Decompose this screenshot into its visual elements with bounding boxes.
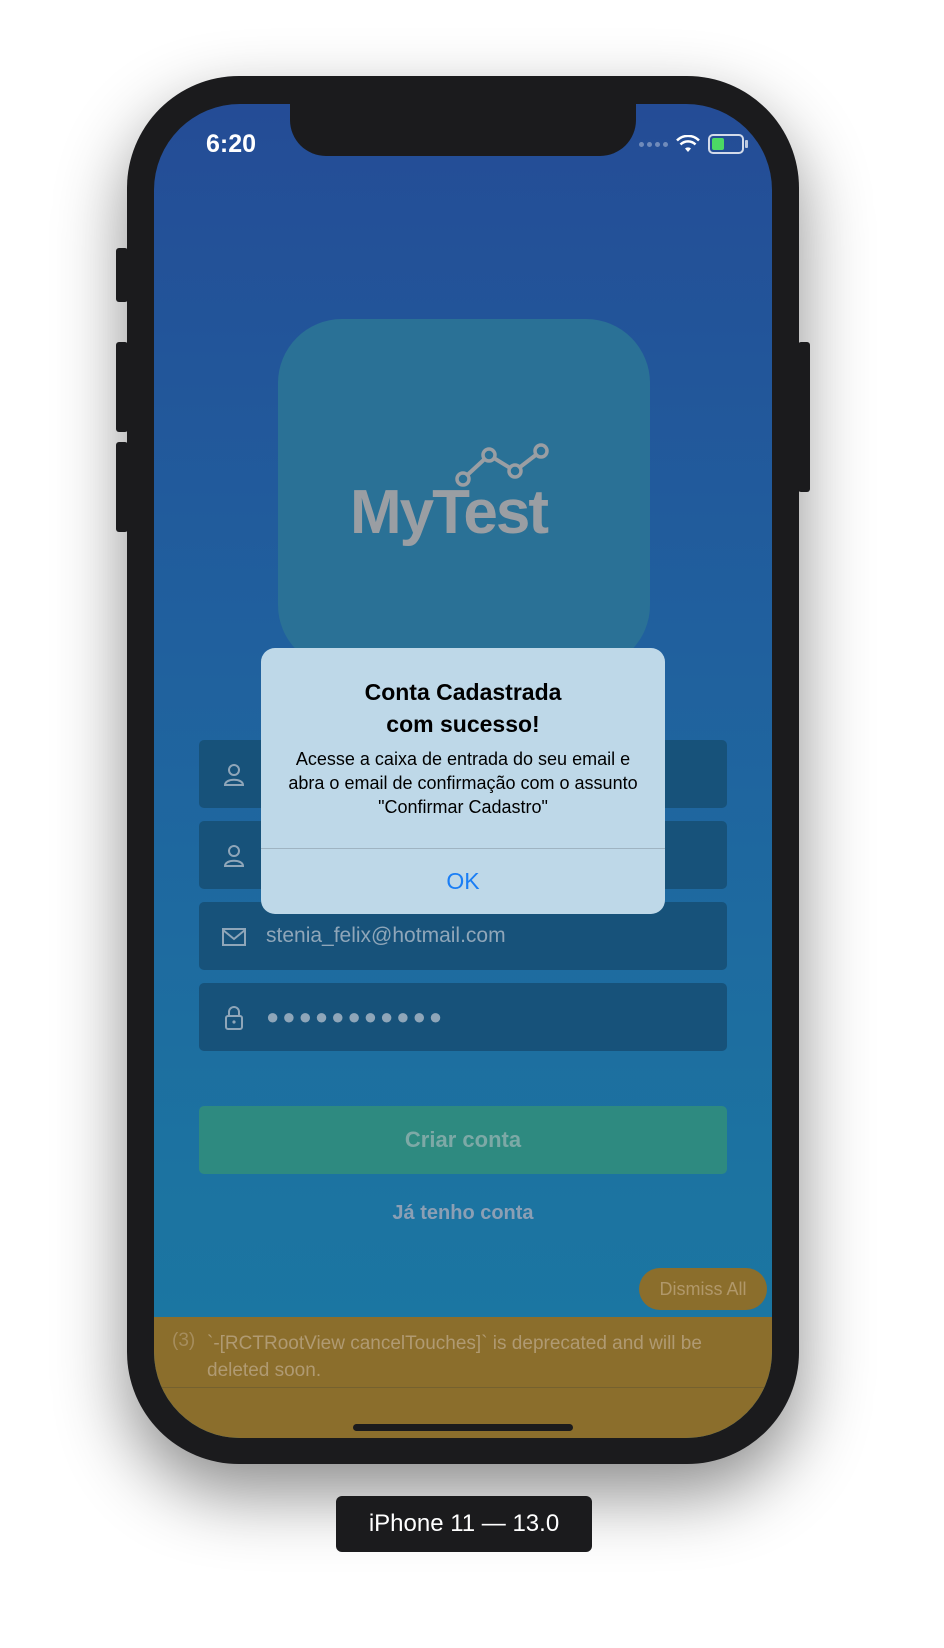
divider bbox=[154, 1387, 772, 1388]
wifi-icon bbox=[676, 135, 700, 152]
mute-switch bbox=[116, 248, 128, 302]
create-account-button[interactable]: Criar conta bbox=[199, 1106, 727, 1174]
signal-icon bbox=[639, 141, 668, 147]
battery-icon bbox=[708, 134, 748, 154]
email-value: stenia_felix@hotmail.com bbox=[266, 924, 506, 947]
password-field[interactable]: ●●●●●●●●●●● bbox=[199, 983, 727, 1051]
have-account-link[interactable]: Já tenho conta bbox=[154, 1202, 772, 1225]
volume-down-button bbox=[116, 442, 128, 532]
home-indicator[interactable] bbox=[353, 1424, 573, 1431]
password-value: ●●●●●●●●●●● bbox=[266, 1004, 446, 1029]
yellowbox-warning[interactable]: (3) `-[RCTRootView cancelTouches]` is de… bbox=[154, 1317, 772, 1438]
lock-icon bbox=[225, 1006, 243, 1030]
volume-up-button bbox=[116, 342, 128, 432]
ok-button[interactable]: OK bbox=[261, 849, 665, 914]
status-time: 6:20 bbox=[206, 130, 257, 158]
simulator-device-label: iPhone 11 — 13.0 bbox=[336, 1496, 592, 1552]
alert-dialog: Conta Cadastrada com sucesso! Acesse a c… bbox=[261, 648, 665, 914]
user-icon bbox=[223, 845, 245, 867]
dismiss-all-button[interactable]: Dismiss All bbox=[639, 1268, 767, 1310]
user-icon bbox=[223, 764, 245, 786]
app-logo: MyTest bbox=[278, 319, 650, 669]
app-screen: 6:20 MyTest stenia_felix@hotmail.com ●●●… bbox=[154, 104, 772, 1438]
mail-icon bbox=[222, 928, 246, 946]
notch bbox=[290, 104, 636, 156]
power-button bbox=[798, 342, 810, 492]
logo-text: MyTest bbox=[350, 478, 549, 547]
alert-message: Acesse a caixa de entrada do seu email e… bbox=[288, 749, 638, 817]
warning-count: (3) bbox=[172, 1330, 196, 1351]
alert-title: Conta Cadastrada com sucesso! bbox=[364, 679, 562, 737]
status-icons bbox=[639, 134, 748, 154]
warning-message: `-[RCTRootView cancelTouches]` is deprec… bbox=[207, 1333, 702, 1381]
